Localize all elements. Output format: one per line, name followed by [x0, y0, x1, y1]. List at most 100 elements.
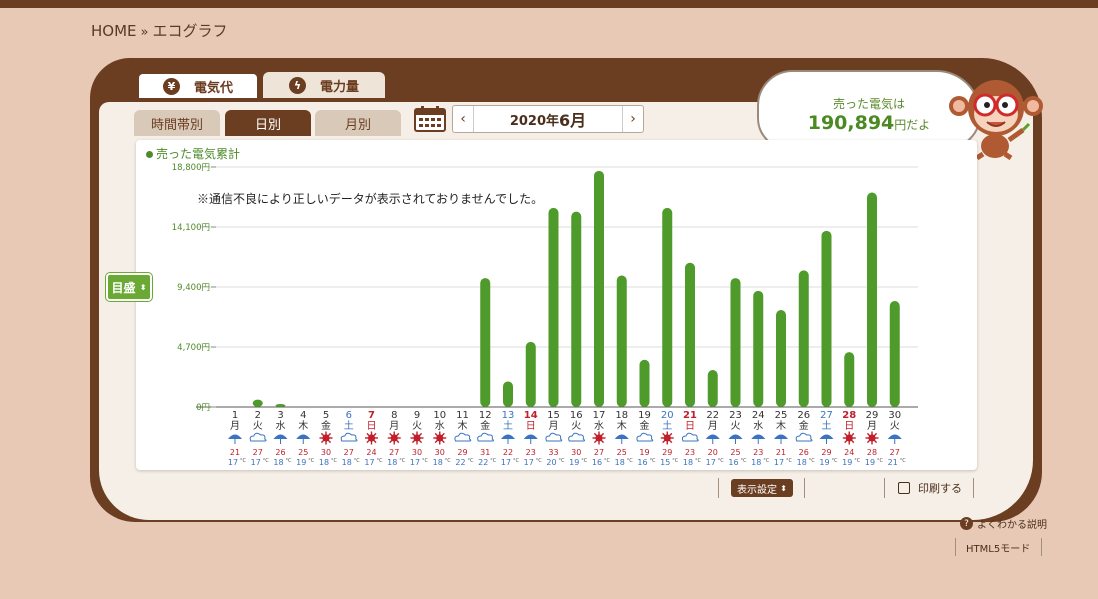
divider — [804, 478, 805, 498]
temp-unit-label: °C — [308, 458, 315, 464]
bar — [844, 352, 855, 407]
x-weekday-label: 土 — [662, 419, 672, 432]
sun-icon — [367, 434, 376, 442]
x-weekday-label: 木 — [458, 420, 468, 432]
bar — [753, 290, 764, 407]
temp-unit-label: °C — [422, 458, 429, 464]
cloud-icon — [681, 432, 699, 442]
temp-high-label: 25 — [298, 448, 308, 457]
temp-unit-label: °C — [604, 458, 611, 464]
bar — [594, 170, 604, 407]
x-day-label: 25 — [775, 410, 788, 421]
print-button[interactable]: 印刷する — [898, 480, 962, 496]
scale-button-label: 目盛 — [111, 280, 136, 295]
x-day-label: 9 — [414, 410, 420, 421]
cloud-icon — [249, 432, 267, 442]
x-weekday-label: 水 — [276, 420, 286, 432]
bar — [685, 262, 695, 407]
bar — [616, 275, 627, 407]
x-day-label: 7 — [368, 410, 375, 421]
temp-unit-label: °C — [331, 458, 338, 464]
temp-unit-label: °C — [513, 458, 520, 464]
x-day-label: 21 — [683, 410, 697, 421]
temp-low-label: 16 — [592, 458, 602, 467]
x-day-label: 3 — [277, 410, 283, 421]
x-day-label: 1 — [232, 410, 238, 421]
x-weekday-label: 火 — [731, 420, 741, 432]
temp-low-label: 16 — [637, 458, 647, 467]
bar — [867, 192, 877, 407]
temp-high-label: 30 — [412, 448, 422, 457]
temp-low-label: 18 — [342, 458, 352, 467]
temp-low-label: 19 — [569, 458, 579, 467]
x-day-label: 19 — [638, 410, 651, 421]
bar — [503, 381, 513, 407]
temp-unit-label: °C — [490, 458, 497, 464]
x-day-label: 16 — [570, 410, 583, 421]
bar — [730, 278, 741, 407]
x-weekday-label: 水 — [435, 420, 445, 432]
temp-low-label: 19 — [819, 458, 829, 467]
x-weekday-label: 土 — [822, 419, 832, 432]
x-weekday-label: 日 — [526, 421, 536, 432]
temp-low-label: 18 — [433, 458, 443, 467]
x-day-label: 2 — [255, 410, 261, 421]
temp-high-label: 23 — [685, 448, 695, 457]
x-weekday-label: 土 — [344, 419, 354, 432]
help-link[interactable]: ? よくわかる説明 — [960, 516, 1047, 531]
x-weekday-label: 金 — [799, 419, 809, 432]
temp-high-label: 31 — [480, 448, 490, 457]
temp-unit-label: °C — [786, 458, 793, 464]
temp-high-label: 27 — [344, 448, 354, 457]
temp-low-label: 17 — [774, 458, 784, 467]
bar — [252, 399, 263, 407]
x-weekday-label: 金 — [640, 419, 650, 432]
temp-low-label: 18 — [615, 458, 625, 467]
cloud-icon — [477, 432, 495, 442]
temp-unit-label: °C — [854, 458, 861, 464]
temp-unit-label: °C — [240, 458, 247, 464]
y-tick-label: 4,700円 — [177, 343, 210, 353]
y-tick-label: 14,100円 — [172, 223, 210, 233]
temp-high-label: 22 — [503, 448, 513, 457]
x-weekday-label: 月 — [708, 420, 718, 432]
temp-high-label: 26 — [275, 448, 285, 457]
temp-high-label: 25 — [617, 448, 627, 457]
temp-unit-label: °C — [672, 458, 679, 464]
updown-icon: ⬍ — [139, 282, 147, 292]
scale-button[interactable]: 目盛 ⬍ — [106, 273, 152, 301]
temp-low-label: 17 — [410, 458, 420, 467]
x-day-label: 13 — [502, 410, 515, 421]
umbrella-icon — [501, 434, 515, 439]
bar — [776, 309, 786, 407]
umbrella-icon — [819, 434, 834, 439]
temp-high-label: 20 — [708, 448, 718, 457]
temp-unit-label: °C — [741, 458, 748, 464]
temp-high-label: 21 — [776, 448, 786, 457]
x-weekday-label: 水 — [594, 420, 604, 432]
temp-low-label: 19 — [842, 458, 852, 467]
sun-icon — [390, 434, 398, 442]
umbrella-icon — [523, 434, 538, 439]
temp-high-label: 21 — [230, 448, 240, 457]
html5-mode-link[interactable]: HTML5モード — [966, 540, 1030, 555]
x-day-label: 17 — [593, 410, 606, 421]
print-label: 印刷する — [918, 482, 962, 495]
umbrella-icon — [751, 434, 766, 439]
bar — [798, 270, 809, 407]
display-settings-button[interactable]: 表示設定 ⬍ — [731, 479, 793, 497]
temp-unit-label: °C — [468, 458, 475, 464]
umbrella-icon — [705, 434, 720, 439]
sun-icon — [595, 434, 603, 442]
temp-high-label: 23 — [753, 448, 763, 457]
x-day-label: 18 — [615, 410, 628, 421]
x-day-label: 10 — [433, 410, 446, 421]
x-weekday-label: 月 — [389, 420, 399, 432]
temp-low-label: 15 — [660, 458, 670, 467]
temp-unit-label: °C — [900, 458, 907, 464]
temp-high-label: 19 — [639, 448, 649, 457]
sun-icon — [413, 434, 421, 442]
temp-unit-label: °C — [695, 458, 702, 464]
temp-unit-label: °C — [718, 458, 725, 464]
x-weekday-label: 土 — [503, 419, 513, 432]
